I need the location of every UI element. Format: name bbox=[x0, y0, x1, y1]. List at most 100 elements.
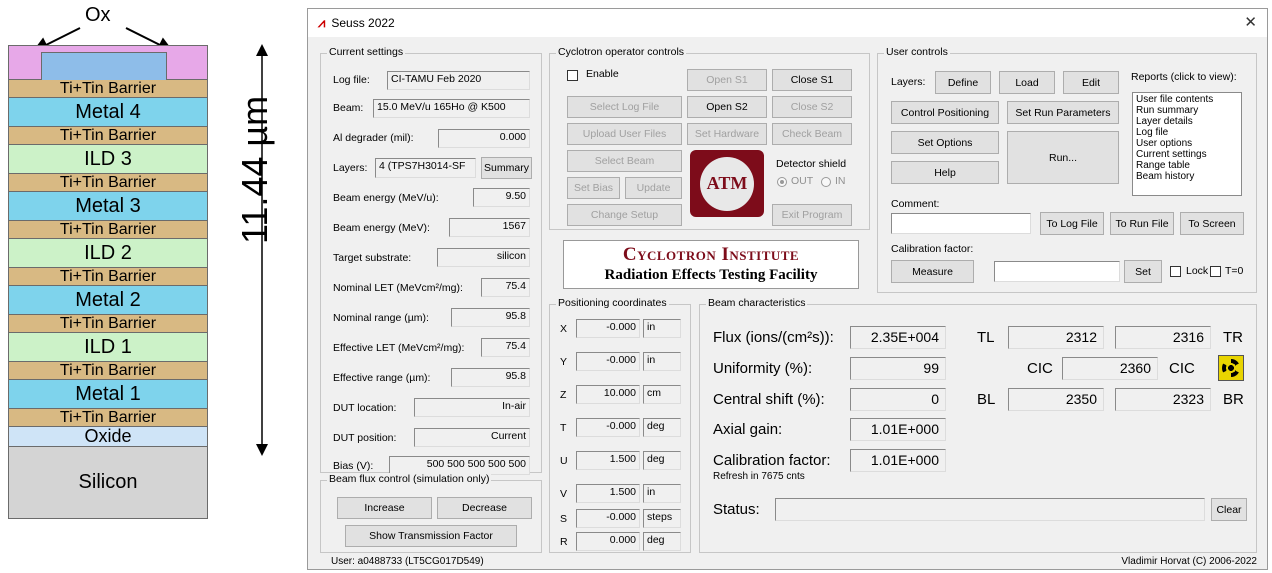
set-options-button[interactable]: Set Options bbox=[891, 131, 999, 154]
beam-field: 15.0 MeV/u 165Ho @ K500 bbox=[373, 99, 530, 118]
select-beam-button[interactable]: Select Beam bbox=[567, 150, 682, 172]
layers-field: 4 (TPS7H3014-SF bbox=[375, 158, 476, 178]
transmission-button[interactable]: Show Transmission Factor bbox=[345, 525, 517, 547]
uniformity-value: 99 bbox=[850, 357, 946, 380]
axis-x-value: -0.000 bbox=[576, 319, 640, 338]
substrate-label: Target substrate: bbox=[333, 252, 412, 264]
app-window: ⩘ Seuss 2022 ✕ Current settings Log file… bbox=[307, 8, 1268, 570]
calibration-input[interactable] bbox=[994, 261, 1120, 282]
close-s2-button[interactable]: Close S2 bbox=[772, 96, 852, 118]
cic-label-left: CIC bbox=[1027, 360, 1053, 377]
increase-button[interactable]: Increase bbox=[337, 497, 432, 519]
axis-z-unit: cm bbox=[643, 385, 681, 404]
axial-gain-value: 1.01E+000 bbox=[850, 418, 946, 441]
energy-label: Beam energy (MeV): bbox=[333, 222, 430, 234]
to-run-file-button[interactable]: To Run File bbox=[1110, 212, 1174, 235]
load-button[interactable]: Load bbox=[999, 71, 1055, 94]
effective-range-label: Effective range (µm): bbox=[333, 372, 431, 384]
upload-button[interactable]: Upload User Files bbox=[567, 123, 682, 145]
control-positioning-button[interactable]: Control Positioning bbox=[891, 101, 999, 124]
reports-list[interactable]: User file contents Run summary Layer det… bbox=[1132, 92, 1242, 196]
clear-button[interactable]: Clear bbox=[1211, 498, 1247, 521]
uniformity-label: Uniformity (%): bbox=[713, 360, 813, 377]
layer-barrier: Ti+Tin Barrier bbox=[8, 409, 208, 427]
select-log-button[interactable]: Select Log File bbox=[567, 96, 682, 118]
list-item[interactable]: User options bbox=[1136, 138, 1238, 149]
current-settings-group: Current settings Log file: CI-TAMU Feb 2… bbox=[320, 46, 542, 475]
beam-label: Beam: bbox=[333, 102, 364, 114]
close-s1-button[interactable]: Close S1 bbox=[772, 69, 852, 91]
list-item[interactable]: User file contents bbox=[1136, 94, 1238, 105]
t0-checkbox[interactable] bbox=[1210, 266, 1221, 277]
exit-button[interactable]: Exit Program bbox=[772, 204, 852, 226]
run-button[interactable]: Run... bbox=[1007, 131, 1119, 184]
banner-subtitle: Radiation Effects Testing Facility bbox=[604, 267, 818, 283]
axis-y-unit: in bbox=[643, 352, 681, 371]
shield-out-radio[interactable] bbox=[777, 177, 787, 187]
set-bias-button[interactable]: Set Bias bbox=[567, 177, 620, 199]
banner-title: Cyclotron Institute bbox=[622, 244, 800, 265]
cap-fill bbox=[41, 52, 167, 80]
status-field bbox=[775, 498, 1205, 521]
define-button[interactable]: Define bbox=[935, 71, 991, 94]
summary-button[interactable]: Summary bbox=[481, 157, 532, 179]
cyclotron-banner: Cyclotron Institute Radiation Effects Te… bbox=[563, 240, 859, 289]
list-item[interactable]: Layer details bbox=[1136, 116, 1238, 127]
enable-checkbox[interactable] bbox=[567, 70, 578, 81]
list-item[interactable]: Current settings bbox=[1136, 149, 1238, 160]
axis-z-label: Z bbox=[560, 389, 567, 401]
open-s1-button[interactable]: Open S1 bbox=[687, 69, 767, 91]
axis-s-unit: steps bbox=[643, 509, 681, 528]
list-item[interactable]: Range table bbox=[1136, 160, 1238, 171]
group-title: Beam characteristics bbox=[706, 297, 808, 309]
height-label: 11.44 µm bbox=[234, 95, 275, 244]
layer-barrier: Ti+Tin Barrier bbox=[8, 127, 208, 145]
flux-value: 2.35E+004 bbox=[850, 326, 946, 349]
set-button[interactable]: Set bbox=[1124, 260, 1162, 283]
enable-label: Enable bbox=[586, 68, 619, 80]
detector-shield-label: Detector shield bbox=[776, 158, 847, 170]
energy-u-label: Beam energy (MeV/u): bbox=[333, 192, 439, 204]
axis-y-value: -0.000 bbox=[576, 352, 640, 371]
shield-in-radio[interactable] bbox=[821, 177, 831, 187]
change-setup-button[interactable]: Change Setup bbox=[567, 204, 682, 226]
calibration-label: Calibration factor: bbox=[891, 243, 974, 255]
log-file-label: Log file: bbox=[333, 74, 370, 86]
group-title: Cyclotron operator controls bbox=[556, 46, 687, 58]
cyclotron-group: Cyclotron operator controls Enable Open … bbox=[549, 46, 870, 230]
set-hardware-button[interactable]: Set Hardware bbox=[687, 123, 767, 145]
to-screen-button[interactable]: To Screen bbox=[1180, 212, 1244, 235]
radiation-trefoil bbox=[1222, 359, 1240, 377]
axis-z-value: 10.000 bbox=[576, 385, 640, 404]
check-beam-button[interactable]: Check Beam bbox=[772, 123, 852, 145]
comment-input[interactable] bbox=[891, 213, 1031, 234]
nominal-let-field: 75.4 bbox=[481, 278, 530, 297]
lock-checkbox[interactable] bbox=[1170, 266, 1181, 277]
tr-label: TR bbox=[1223, 329, 1243, 346]
decrease-button[interactable]: Decrease bbox=[437, 497, 532, 519]
set-run-parameters-button[interactable]: Set Run Parameters bbox=[1007, 101, 1119, 124]
close-icon[interactable]: ✕ bbox=[1244, 13, 1257, 31]
axis-x-label: X bbox=[560, 323, 568, 335]
help-button[interactable]: Help bbox=[891, 161, 999, 184]
dut-location-label: DUT location: bbox=[333, 402, 397, 414]
layer-barrier: Ti+Tin Barrier bbox=[8, 221, 208, 239]
beam-characteristics-group: Beam characteristics Flux (ions/(cm²s)):… bbox=[699, 297, 1257, 553]
update-button[interactable]: Update bbox=[625, 177, 682, 199]
list-item[interactable]: Beam history bbox=[1136, 171, 1238, 182]
t0-label: T=0 bbox=[1225, 265, 1244, 277]
dut-position-field: Current bbox=[414, 428, 530, 447]
list-item[interactable]: Log file bbox=[1136, 127, 1238, 138]
calibration-factor-label: Calibration factor: bbox=[713, 452, 831, 469]
open-s2-button[interactable]: Open S2 bbox=[687, 96, 767, 118]
measure-button[interactable]: Measure bbox=[891, 260, 974, 283]
dut-location-field: In-air bbox=[414, 398, 530, 417]
to-log-file-button[interactable]: To Log File bbox=[1040, 212, 1104, 235]
radiation-icon bbox=[1218, 355, 1244, 381]
list-item[interactable]: Run summary bbox=[1136, 105, 1238, 116]
layer-metal-1: Metal 1 bbox=[8, 380, 208, 409]
br-value: 2323 bbox=[1115, 388, 1211, 411]
edit-button[interactable]: Edit bbox=[1063, 71, 1119, 94]
group-title: Positioning coordinates bbox=[556, 297, 669, 309]
positioning-group: Positioning coordinates X -0.000 in Y -0… bbox=[549, 297, 691, 553]
